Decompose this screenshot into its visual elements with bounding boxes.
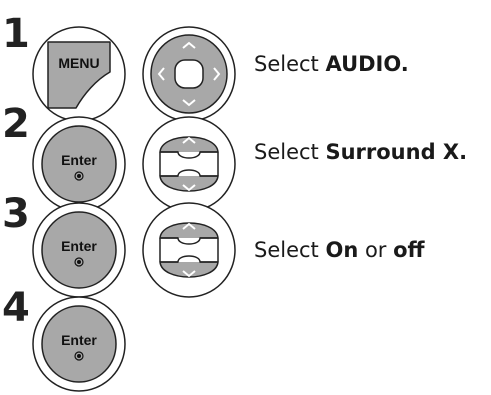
step-3-instruction: Select On or off (254, 238, 425, 262)
menu-button-label: MENU (58, 55, 99, 71)
ok-center-icon (174, 59, 204, 89)
navigation-pad-updown[interactable] (140, 114, 238, 214)
step-number-3: 3 (2, 191, 30, 237)
enter-button-label: Enter (61, 238, 97, 254)
enter-button[interactable]: Enter (30, 294, 128, 394)
step-number-4: 4 (2, 285, 30, 331)
enter-button[interactable]: Enter (30, 114, 128, 214)
navigation-pad-4way[interactable] (140, 24, 238, 124)
step-number-2: 2 (2, 101, 30, 147)
navigation-pad-updown[interactable] (140, 200, 238, 300)
step-1-instruction: Select AUDIO. (254, 52, 409, 76)
step-number-1: 1 (2, 11, 30, 57)
enter-button-label: Enter (61, 332, 97, 348)
menu-button[interactable]: MENU (30, 24, 128, 124)
enter-button[interactable]: Enter (30, 200, 128, 300)
enter-button-label: Enter (61, 152, 97, 168)
step-2-instruction: Select Surround X. (254, 140, 468, 164)
